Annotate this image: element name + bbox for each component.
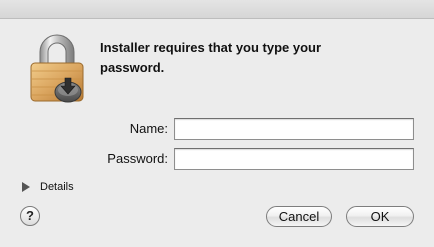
name-label: Name: [129,121,168,136]
dialog-message-line-2: password. [100,60,165,75]
details-disclosure[interactable]: Details [22,180,74,194]
dialog-message: Installer requires that you type your pa… [100,38,400,78]
title-bar[interactable] [0,0,434,19]
password-input[interactable] [174,148,414,170]
disclosure-triangle-icon[interactable] [22,182,30,192]
lock-icon [30,34,84,103]
authentication-dialog: Installer requires that you type your pa… [0,0,434,247]
help-button[interactable]: ? [20,206,40,226]
dialog-message-line-1: Installer requires that you type your [100,40,322,55]
ok-button[interactable]: OK [346,206,414,227]
password-label: Password: [107,151,168,166]
details-label: Details [40,181,74,193]
name-input[interactable] [174,118,414,140]
cancel-button[interactable]: Cancel [266,206,332,227]
